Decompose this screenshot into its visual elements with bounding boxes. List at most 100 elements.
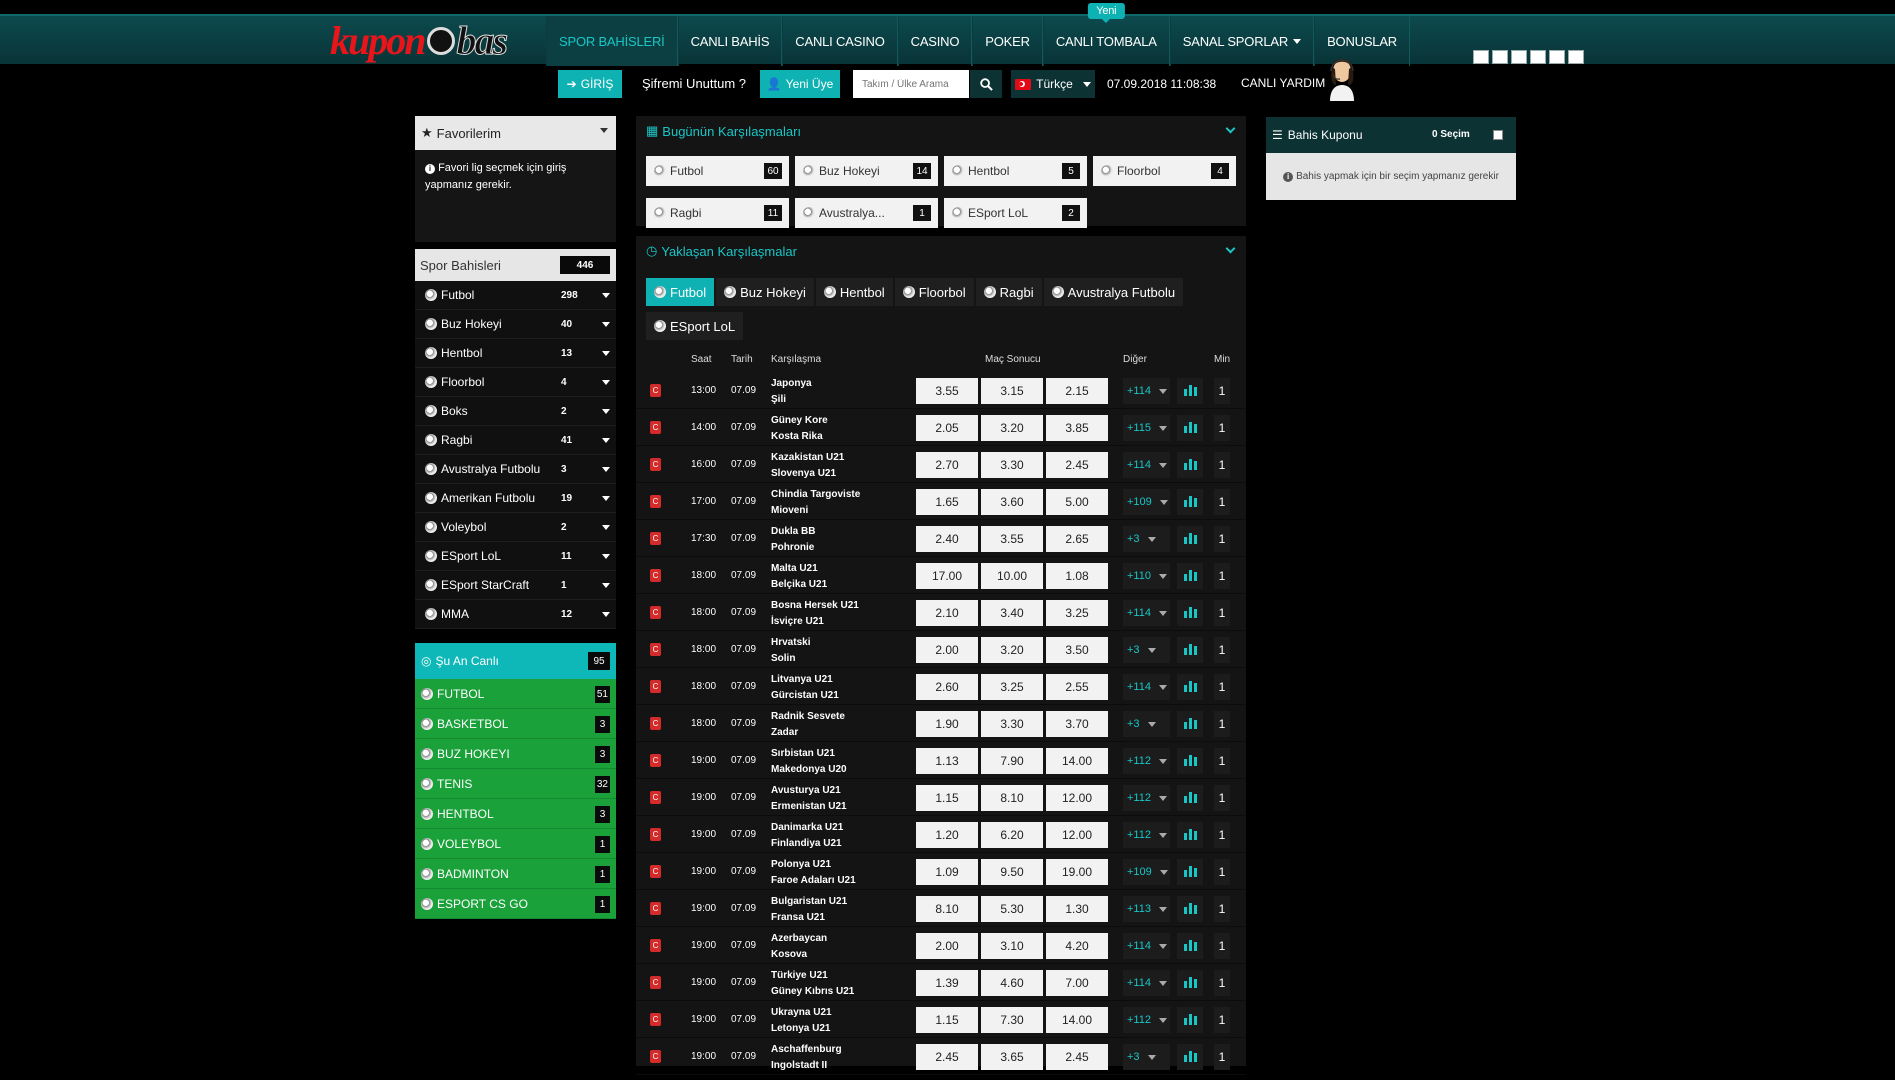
- match-teams[interactable]: Türkiye U21 Güney Kıbrıs U21: [771, 968, 911, 1000]
- odds-button[interactable]: 3.50: [1046, 637, 1108, 663]
- chevron-down-icon[interactable]: [602, 437, 610, 443]
- broken-image-icon[interactable]: [1473, 50, 1489, 64]
- odds-button[interactable]: 1.13: [916, 748, 978, 774]
- live-tv-icon[interactable]: C: [650, 495, 661, 508]
- live-tv-icon[interactable]: C: [650, 791, 661, 804]
- more-markets-button[interactable]: +3: [1123, 1044, 1170, 1070]
- sidebar-sport-3[interactable]: Floorbol 4: [415, 368, 616, 397]
- site-logo[interactable]: kupon bas: [330, 20, 510, 62]
- more-markets-button[interactable]: +109: [1123, 859, 1170, 885]
- odds-button[interactable]: 14.00: [1046, 748, 1108, 774]
- more-markets-button[interactable]: +112: [1123, 822, 1170, 848]
- sidebar-sport-7[interactable]: Amerikan Futbolu 19: [415, 484, 616, 513]
- odds-button[interactable]: 1.09: [916, 859, 978, 885]
- statistics-icon[interactable]: [1177, 600, 1203, 626]
- more-markets-button[interactable]: +114: [1123, 674, 1170, 700]
- odds-button[interactable]: 1.15: [916, 1007, 978, 1033]
- odds-button[interactable]: 5.00: [1046, 489, 1108, 515]
- odds-button[interactable]: 9.50: [981, 859, 1043, 885]
- odds-button[interactable]: 1.39: [916, 970, 978, 996]
- live-tv-icon[interactable]: C: [650, 717, 661, 730]
- statistics-icon[interactable]: [1177, 933, 1203, 959]
- more-markets-button[interactable]: +3: [1123, 711, 1170, 737]
- live-sport-3[interactable]: TENIS 32: [415, 769, 616, 799]
- more-markets-button[interactable]: +114: [1123, 970, 1170, 996]
- today-tile-2[interactable]: Hentbol 5: [944, 156, 1087, 186]
- odds-button[interactable]: 2.45: [1046, 1044, 1108, 1070]
- tab-1[interactable]: Buz Hokeyi: [716, 278, 814, 306]
- statistics-icon[interactable]: [1177, 378, 1203, 404]
- broken-image-icon[interactable]: [1492, 50, 1508, 64]
- tab-5[interactable]: Avustralya Futbolu: [1043, 278, 1184, 306]
- odds-button[interactable]: 2.60: [916, 674, 978, 700]
- broken-image-icon[interactable]: [1530, 50, 1546, 64]
- tab-3[interactable]: Floorbol: [894, 278, 974, 306]
- odds-button[interactable]: 2.45: [916, 1044, 978, 1070]
- live-tv-icon[interactable]: C: [650, 532, 661, 545]
- match-teams[interactable]: Polonya U21 Faroe Adaları U21: [771, 857, 911, 889]
- odds-button[interactable]: 3.85: [1046, 415, 1108, 441]
- chevron-down-icon[interactable]: [602, 292, 610, 298]
- live-tv-icon[interactable]: C: [650, 421, 661, 434]
- statistics-icon[interactable]: [1177, 526, 1203, 552]
- odds-button[interactable]: 2.05: [916, 415, 978, 441]
- statistics-icon[interactable]: [1177, 1044, 1203, 1070]
- match-teams[interactable]: Bulgaristan U21 Fransa U21: [771, 894, 911, 926]
- statistics-icon[interactable]: [1177, 415, 1203, 441]
- odds-button[interactable]: 8.10: [981, 785, 1043, 811]
- statistics-icon[interactable]: [1177, 822, 1203, 848]
- search-button[interactable]: [970, 70, 1002, 98]
- match-teams[interactable]: Sırbistan U21 Makedonya U20: [771, 746, 911, 778]
- more-markets-button[interactable]: +3: [1123, 526, 1170, 552]
- todays-matches-header[interactable]: ▦ Bugünün Karşılaşmaları: [636, 116, 1246, 146]
- match-teams[interactable]: Ukrayna U21 Letonya U21: [771, 1005, 911, 1037]
- sidebar-sport-0[interactable]: Futbol 298: [415, 281, 616, 310]
- today-tile-0[interactable]: Futbol 60: [646, 156, 789, 186]
- more-markets-button[interactable]: +114: [1123, 378, 1170, 404]
- broken-image-icon[interactable]: [1568, 50, 1584, 64]
- match-teams[interactable]: Hrvatski Solin: [771, 635, 911, 667]
- odds-button[interactable]: 17.00: [916, 563, 978, 589]
- live-sport-7[interactable]: ESPORT CS GO 1: [415, 889, 616, 919]
- more-markets-button[interactable]: +114: [1123, 933, 1170, 959]
- odds-button[interactable]: 1.15: [916, 785, 978, 811]
- today-tile-6[interactable]: ESport LoL 2: [944, 198, 1087, 228]
- odds-button[interactable]: 7.00: [1046, 970, 1108, 996]
- statistics-icon[interactable]: [1177, 711, 1203, 737]
- statistics-icon[interactable]: [1177, 489, 1203, 515]
- odds-button[interactable]: 3.65: [981, 1044, 1043, 1070]
- live-tv-icon[interactable]: C: [650, 1050, 661, 1063]
- favorites-header[interactable]: ★ Favorilerim: [415, 116, 616, 150]
- statistics-icon[interactable]: [1177, 674, 1203, 700]
- odds-button[interactable]: 12.00: [1046, 785, 1108, 811]
- search-input[interactable]: [853, 70, 969, 98]
- match-teams[interactable]: Japonya Şili: [771, 376, 911, 408]
- match-teams[interactable]: Bosna Hersek U21 İsviçre U21: [771, 598, 911, 630]
- odds-button[interactable]: 3.70: [1046, 711, 1108, 737]
- statistics-icon[interactable]: [1177, 637, 1203, 663]
- statistics-icon[interactable]: [1177, 748, 1203, 774]
- live-sport-6[interactable]: BADMINTON 1: [415, 859, 616, 889]
- match-teams[interactable]: Malta U21 Belçika U21: [771, 561, 911, 593]
- odds-button[interactable]: 14.00: [1046, 1007, 1108, 1033]
- support-agent-avatar[interactable]: [1324, 55, 1360, 101]
- odds-button[interactable]: 7.30: [981, 1007, 1043, 1033]
- odds-button[interactable]: 1.20: [916, 822, 978, 848]
- more-markets-button[interactable]: +115: [1123, 415, 1170, 441]
- more-markets-button[interactable]: +114: [1123, 452, 1170, 478]
- chevron-down-icon[interactable]: [602, 379, 610, 385]
- sidebar-sport-4[interactable]: Boks 2: [415, 397, 616, 426]
- match-teams[interactable]: Dukla BB Pohronie: [771, 524, 911, 556]
- chevron-down-icon[interactable]: [602, 495, 610, 501]
- more-markets-button[interactable]: +112: [1123, 1007, 1170, 1033]
- odds-button[interactable]: 2.55: [1046, 674, 1108, 700]
- tab-0[interactable]: Futbol: [646, 278, 715, 306]
- live-tv-icon[interactable]: C: [650, 384, 661, 397]
- live-tv-icon[interactable]: C: [650, 754, 661, 767]
- bet-slip-checkbox[interactable]: [1493, 130, 1503, 140]
- more-markets-button[interactable]: +112: [1123, 748, 1170, 774]
- odds-button[interactable]: 19.00: [1046, 859, 1108, 885]
- more-markets-button[interactable]: +112: [1123, 785, 1170, 811]
- odds-button[interactable]: 2.45: [1046, 452, 1108, 478]
- odds-button[interactable]: 3.30: [981, 452, 1043, 478]
